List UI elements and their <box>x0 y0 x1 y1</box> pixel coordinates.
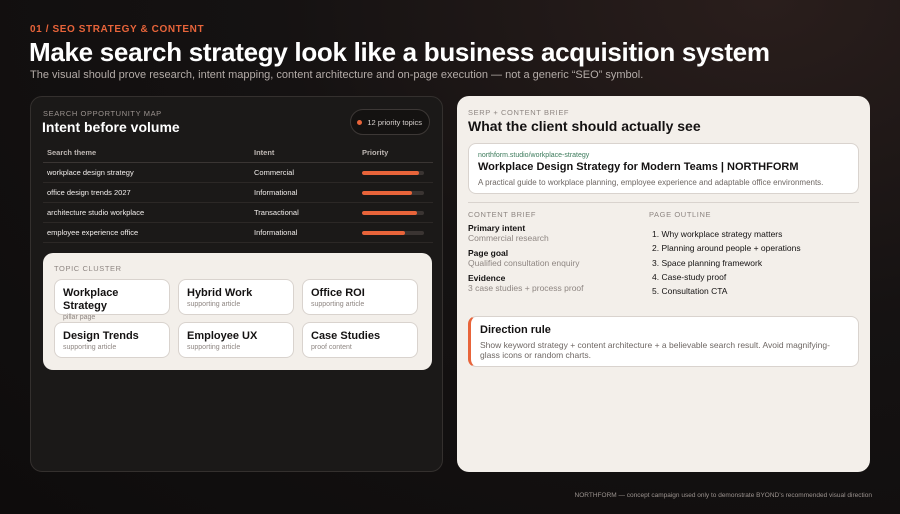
topic-title: Hybrid Work <box>187 287 253 299</box>
topic-type: proof content <box>311 344 352 351</box>
direction-rule-title: Direction rule <box>480 324 551 336</box>
column-header-priority: Priority <box>362 148 389 157</box>
page-outline-label: PAGE OUTLINE <box>649 210 712 219</box>
search-theme-cell: workplace design strategy <box>47 168 134 177</box>
search-result-card[interactable]: northform.studio/workplace-strategy Work… <box>468 143 859 194</box>
page-title: Make search strategy look like a busines… <box>29 37 770 67</box>
table-row: office design trends 2027 Informational <box>43 183 433 203</box>
search-theme-cell: architecture studio workplace <box>47 208 145 217</box>
badge-label: 12 priority topics <box>367 117 422 127</box>
content-brief-label: CONTENT BRIEF <box>468 210 537 219</box>
column-header-intent: Intent <box>254 148 275 157</box>
topic-tile-design-trends[interactable]: Design Trends supporting article <box>54 322 170 358</box>
priority-bar <box>362 170 424 175</box>
outline-item: 2. Planning around people + operations <box>652 243 801 254</box>
brief-item-primary-intent: Primary intent Commercial research <box>468 223 549 243</box>
priority-bar <box>362 190 424 195</box>
intent-cell: Commercial <box>254 168 295 177</box>
topic-tile-case-studies[interactable]: Case Studies proof content <box>302 322 418 358</box>
result-title[interactable]: Workplace Design Strategy for Modern Tea… <box>478 160 849 174</box>
brief-value: Qualified consultation enquiry <box>468 258 580 268</box>
priority-bar-fill <box>362 170 420 175</box>
brief-value: Commercial research <box>468 233 549 243</box>
outline-item: 3. Space planning framework <box>652 257 763 268</box>
intent-cell: Informational <box>254 228 298 237</box>
topic-type: supporting article <box>63 344 117 351</box>
brief-key: Primary intent <box>468 223 526 233</box>
serp-brief-panel: SERP + CONTENT BRIEF What the client sho… <box>457 96 870 472</box>
topic-title: Employee UX <box>187 330 258 342</box>
topic-title: Office ROI <box>311 287 365 299</box>
outline-item: 5. Consultation CTA <box>652 286 728 297</box>
result-description: A practical guide to workplace planning,… <box>478 178 824 187</box>
brief-item-evidence: Evidence 3 case studies + process proof <box>468 273 584 293</box>
opportunity-table: Search theme Intent Priority workplace d… <box>43 143 433 243</box>
priority-bar-fill <box>362 210 417 215</box>
column-header-theme: Search theme <box>47 148 97 157</box>
priority-bar-fill <box>362 190 412 195</box>
outline-item: 4. Case-study proof <box>652 271 727 282</box>
search-theme-cell: office design trends 2027 <box>47 188 131 197</box>
topic-type: supporting article <box>187 344 241 351</box>
topic-tile-workplace-strategy[interactable]: Workplace Strategy pillar page <box>54 279 170 321</box>
section-kicker: 01 / SEO STRATEGY & CONTENT <box>30 24 205 35</box>
brief-item-page-goal: Page goal Qualified consultation enquiry <box>468 248 580 268</box>
topic-title: Workplace Strategy <box>63 287 119 312</box>
status-dot-icon <box>357 119 363 125</box>
outline-item: 1. Why workplace strategy matters <box>652 229 783 239</box>
topic-cluster-card: TOPIC CLUSTER Workplace Strategy pillar … <box>43 253 432 370</box>
table-row: employee experience office Informational <box>43 223 433 243</box>
search-opportunity-panel: SEARCH OPPORTUNITY MAP Intent before vol… <box>30 96 443 472</box>
topic-type: pillar page <box>63 314 96 321</box>
brief-key: Page goal <box>468 248 509 258</box>
topic-title: Case Studies <box>311 330 381 342</box>
direction-rule-text: Show keyword strategy + content architec… <box>480 340 830 360</box>
panel-label: SEARCH OPPORTUNITY MAP <box>43 109 162 118</box>
divider <box>468 202 859 203</box>
panel-label: SERP + CONTENT BRIEF <box>468 108 570 117</box>
priority-bar <box>362 230 424 235</box>
page-outline-list: 1. Why workplace strategy matters 2. Pla… <box>652 227 801 298</box>
topic-type: supporting article <box>311 301 365 308</box>
table-row: workplace design strategy Commercial <box>43 163 433 183</box>
brief-value: 3 case studies + process proof <box>468 283 584 293</box>
footnote: NORTHFORM — concept campaign used only t… <box>574 492 872 499</box>
panel-title: Intent before volume <box>42 119 180 135</box>
intent-cell: Transactional <box>254 208 299 217</box>
topic-tile-office-roi[interactable]: Office ROI supporting article <box>302 279 418 315</box>
topic-tile-hybrid-work[interactable]: Hybrid Work supporting article <box>178 279 294 315</box>
search-theme-cell: employee experience office <box>47 228 139 237</box>
panel-title: What the client should actually see <box>468 118 701 134</box>
brief-key: Evidence <box>468 273 506 283</box>
intent-cell: Informational <box>254 188 298 197</box>
result-url[interactable]: northform.studio/workplace-strategy <box>478 152 849 160</box>
table-row: architecture studio workplace Transactio… <box>43 203 433 223</box>
cluster-label: TOPIC CLUSTER <box>54 264 122 273</box>
table-header: Search theme Intent Priority <box>43 143 433 163</box>
topic-title: Design Trends <box>63 330 139 342</box>
priority-bar <box>362 210 424 215</box>
priority-bar-fill <box>362 230 406 235</box>
topic-tile-employee-ux[interactable]: Employee UX supporting article <box>178 322 294 358</box>
page-subtitle: The visual should prove research, intent… <box>30 69 644 81</box>
direction-rule-card: Direction rule Show keyword strategy + c… <box>468 316 859 367</box>
topic-type: supporting article <box>187 301 241 308</box>
priority-topics-badge: 12 priority topics <box>350 109 430 135</box>
